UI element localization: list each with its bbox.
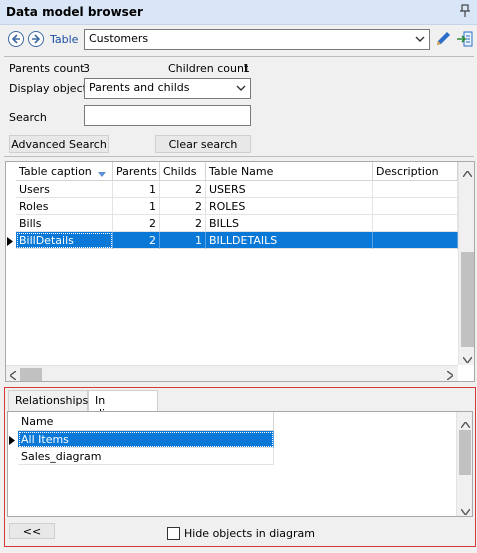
column-header-table-name[interactable]: Table Name bbox=[206, 162, 373, 181]
row-description bbox=[373, 181, 458, 198]
panel-title: Data model browser bbox=[6, 5, 143, 19]
row-indicator-icon bbox=[9, 435, 15, 448]
column-header-name[interactable]: Name bbox=[18, 412, 274, 431]
row-description bbox=[373, 198, 458, 215]
hide-objects-checkbox[interactable]: Hide objects in diagram bbox=[167, 527, 315, 540]
search-divider bbox=[4, 156, 474, 157]
pencil-icon[interactable] bbox=[434, 30, 452, 48]
display-objects-value: Parents and childs bbox=[89, 81, 190, 94]
row-parents: 2 bbox=[113, 215, 160, 232]
row-table-name: BILLS bbox=[206, 215, 373, 232]
arrow-left-icon bbox=[11, 34, 20, 44]
tables-horizontal-scrollbar[interactable] bbox=[6, 365, 458, 381]
clear-search-button[interactable]: Clear search bbox=[155, 135, 251, 153]
diagram-vertical-scrollbar[interactable] bbox=[456, 412, 472, 516]
scroll-thumb[interactable] bbox=[461, 252, 474, 347]
tab-in-diagram[interactable]: In diagram bbox=[88, 390, 158, 420]
row-childs: 1 bbox=[160, 232, 206, 249]
tables-grid[interactable]: Table caption Parents Childs Table Name … bbox=[5, 161, 475, 382]
list-item-label: Sales_diagram bbox=[18, 448, 274, 465]
scroll-up-icon[interactable] bbox=[462, 167, 473, 180]
column-header-childs[interactable]: Childs bbox=[160, 162, 206, 181]
row-parents: 2 bbox=[113, 232, 160, 249]
scroll-thumb[interactable] bbox=[20, 368, 42, 381]
row-indicator-icon bbox=[7, 236, 13, 249]
row-parents: 1 bbox=[113, 198, 160, 215]
list-item-label: All Items bbox=[18, 431, 274, 448]
row-caption: Bills bbox=[16, 215, 113, 232]
table-link[interactable]: Table bbox=[50, 33, 78, 46]
row-table-name: USERS bbox=[206, 181, 373, 198]
toolbar-divider bbox=[4, 56, 474, 57]
table-select-value: Customers bbox=[89, 32, 149, 45]
row-caption: BillDetails bbox=[16, 232, 113, 249]
row-parents: 1 bbox=[113, 181, 160, 198]
scroll-left-icon[interactable] bbox=[8, 370, 17, 381]
display-objects-select[interactable]: Parents and childs bbox=[84, 78, 251, 99]
table-select[interactable]: Customers bbox=[84, 29, 430, 50]
advanced-search-button[interactable]: Advanced Search bbox=[9, 135, 109, 153]
children-count-label: Children count bbox=[168, 62, 249, 75]
search-input[interactable] bbox=[84, 105, 251, 126]
display-objects-label: Display objects bbox=[9, 82, 93, 95]
row-childs: 2 bbox=[160, 181, 206, 198]
scroll-thumb[interactable] bbox=[459, 430, 471, 475]
export-icon[interactable] bbox=[456, 30, 474, 48]
search-label: Search bbox=[9, 111, 47, 124]
sort-desc-icon bbox=[98, 168, 106, 181]
column-header-caption[interactable]: Table caption bbox=[16, 162, 113, 181]
row-description bbox=[373, 215, 458, 232]
row-description bbox=[373, 232, 458, 249]
tab-relationships[interactable]: Relationships bbox=[8, 390, 88, 411]
chevron-down-icon bbox=[236, 83, 246, 96]
collapse-button[interactable]: << bbox=[9, 523, 55, 539]
checkbox-box[interactable] bbox=[167, 527, 180, 540]
diagram-grid[interactable]: Name All Items Sales_diagram bbox=[7, 411, 473, 517]
row-childs: 2 bbox=[160, 215, 206, 232]
row-caption: Users bbox=[16, 181, 113, 198]
tables-vertical-scrollbar[interactable] bbox=[458, 162, 474, 366]
row-table-name: ROLES bbox=[206, 198, 373, 215]
parents-count-value: 3 bbox=[83, 62, 90, 75]
scroll-right-icon[interactable] bbox=[446, 370, 455, 381]
back-button[interactable] bbox=[8, 31, 24, 47]
row-childs: 2 bbox=[160, 198, 206, 215]
hide-objects-label: Hide objects in diagram bbox=[184, 527, 315, 540]
column-header-parents[interactable]: Parents bbox=[113, 162, 160, 181]
parents-count-label: Parents count bbox=[9, 62, 85, 75]
arrow-right-icon bbox=[32, 34, 41, 44]
column-header-description[interactable]: Description bbox=[373, 162, 458, 181]
row-caption: Roles bbox=[16, 198, 113, 215]
pin-icon[interactable] bbox=[458, 4, 472, 18]
scroll-down-icon[interactable] bbox=[460, 505, 471, 516]
forward-button[interactable] bbox=[28, 31, 44, 47]
row-table-name: BILLDETAILS bbox=[206, 232, 373, 249]
scroll-down-icon[interactable] bbox=[462, 353, 473, 366]
chevron-down-icon bbox=[415, 34, 425, 47]
children-count-value: 1 bbox=[243, 62, 250, 75]
